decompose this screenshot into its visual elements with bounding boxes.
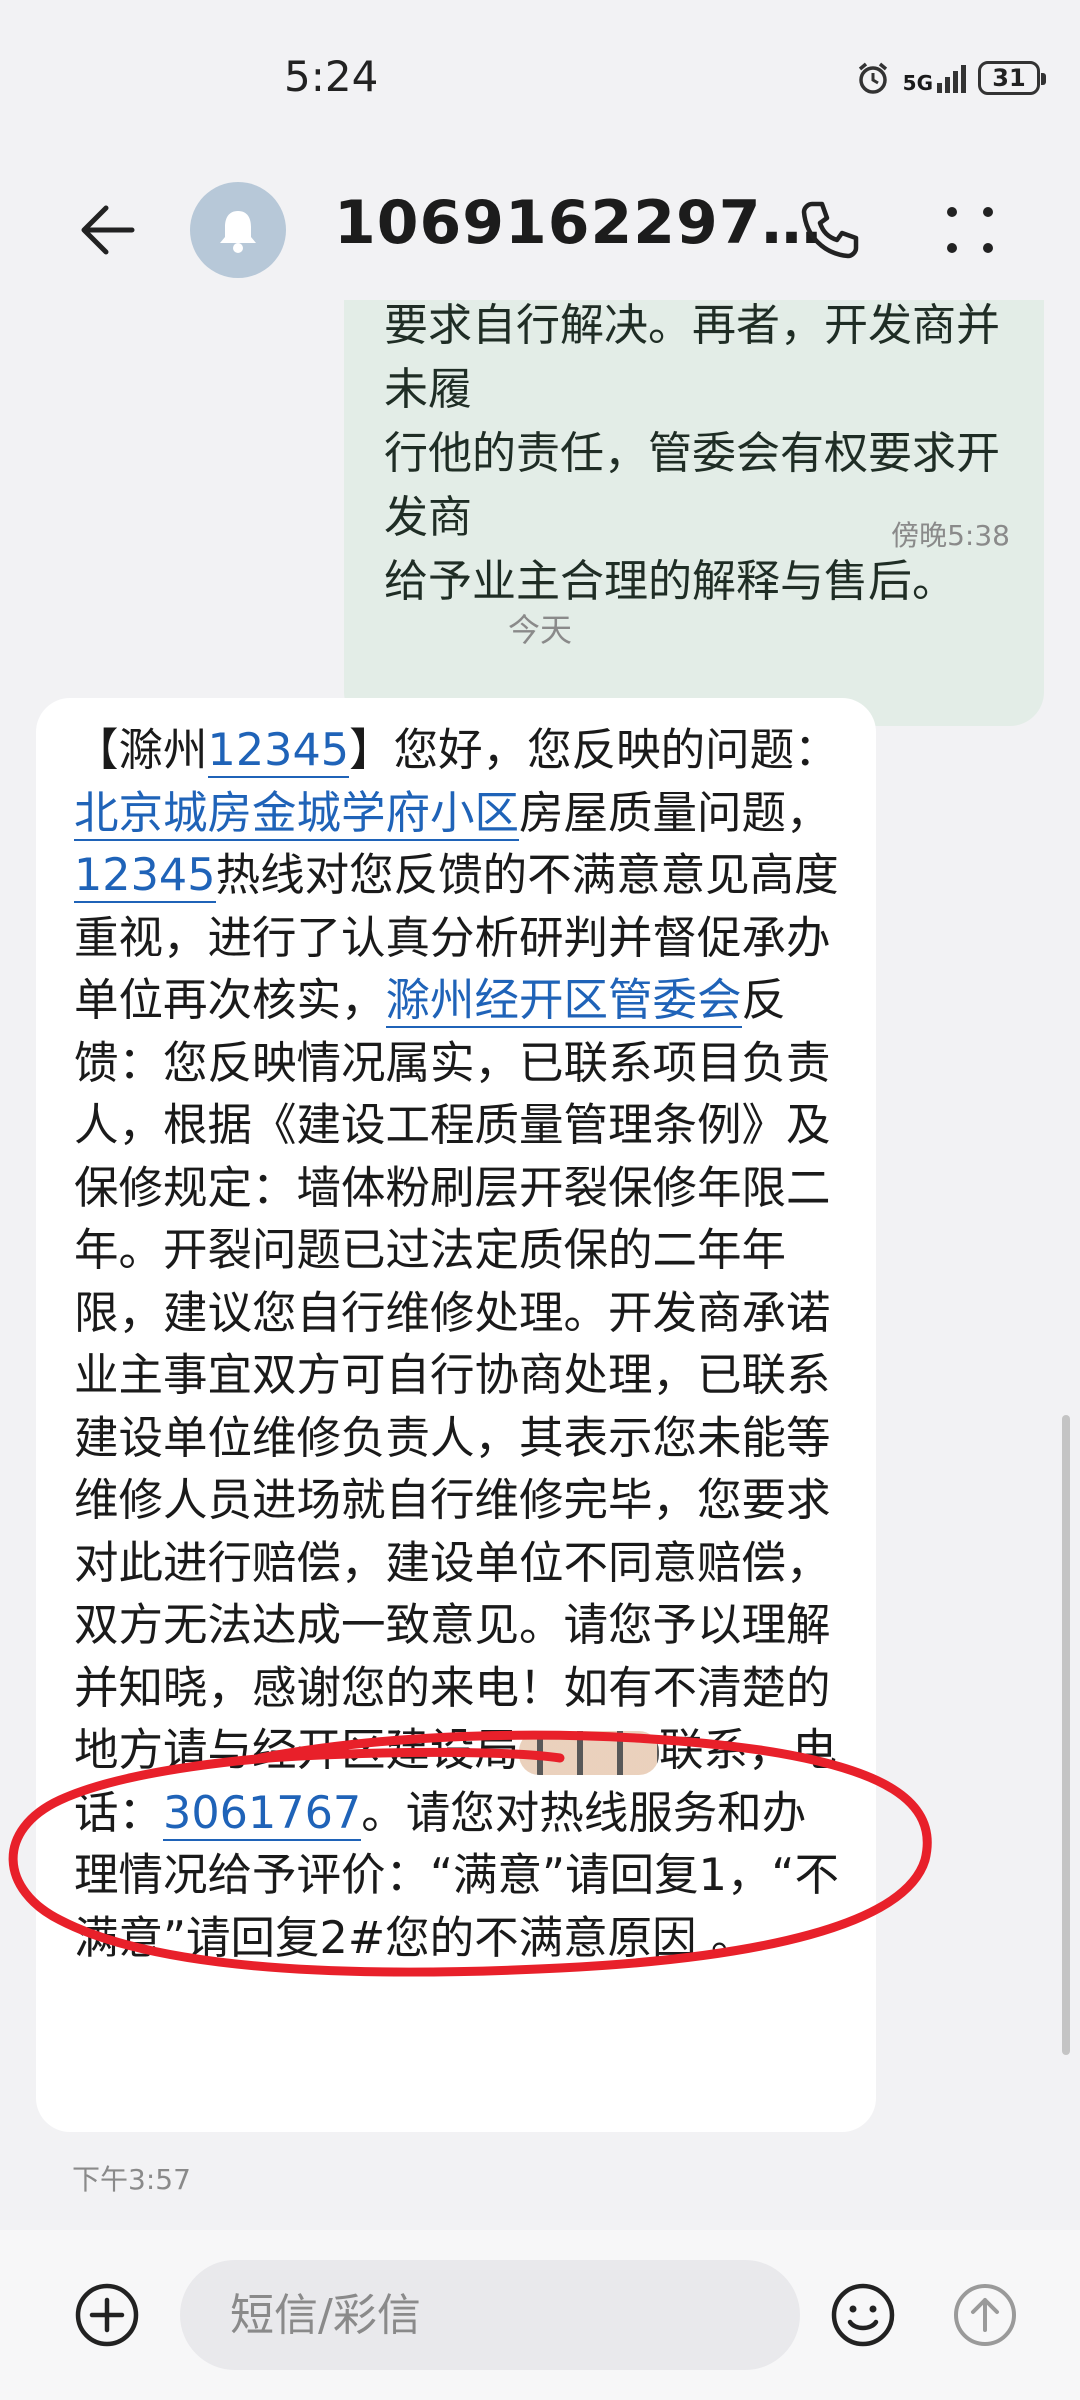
- add-attachment-icon[interactable]: [72, 2280, 142, 2350]
- phone-link[interactable]: 12345: [207, 725, 350, 778]
- clock: 5:24: [284, 52, 379, 101]
- received-message-time: 下午3:57: [72, 2163, 191, 2196]
- phone-link[interactable]: 12345: [74, 850, 216, 903]
- phone-link[interactable]: 3061767: [163, 1787, 362, 1841]
- avatar[interactable]: [190, 182, 286, 278]
- date-separator: 今天: [507, 611, 572, 649]
- received-message-bubble[interactable]: 【滁州12345】您好，您反映的问题：北京城房金城学府小区房屋质量问题，1234…: [36, 698, 876, 2132]
- more-options-icon[interactable]: [930, 190, 1010, 270]
- message-input[interactable]: [180, 2260, 800, 2370]
- battery-icon: 31: [978, 61, 1046, 95]
- map-link[interactable]: 北京城房金城学府小区: [74, 787, 520, 841]
- sent-message-time: 傍晚5:38: [891, 519, 1010, 552]
- signal-icon: 5G: [903, 63, 966, 93]
- phone-icon[interactable]: [790, 190, 870, 270]
- compose-bar: [0, 2230, 1080, 2400]
- status-icons: 5G 31: [855, 56, 1046, 100]
- map-link[interactable]: 滁州经开区管委会: [385, 975, 742, 1028]
- back-arrow-icon[interactable]: [70, 190, 150, 270]
- emoji-icon[interactable]: [828, 2280, 898, 2350]
- send-icon[interactable]: [950, 2280, 1020, 2350]
- scrollbar[interactable]: [1062, 1415, 1070, 2055]
- redacted-text: [519, 1731, 660, 1775]
- status-bar: 5:24 5G 31: [0, 0, 1080, 160]
- sent-message-bubble[interactable]: 要求自行解决。再者，开发商并未履 行他的责任，管委会有权要求开发商 给予业主合理…: [344, 300, 1044, 726]
- message-list[interactable]: 要求自行解决。再者，开发商并未履 行他的责任，管委会有权要求开发商 给予业主合理…: [0, 300, 1080, 2230]
- alarm-icon: [858, 62, 887, 94]
- conversation-header: 1069162297…: [0, 160, 1080, 300]
- bell-icon: [220, 211, 256, 253]
- contact-name[interactable]: 1069162297…: [334, 188, 822, 258]
